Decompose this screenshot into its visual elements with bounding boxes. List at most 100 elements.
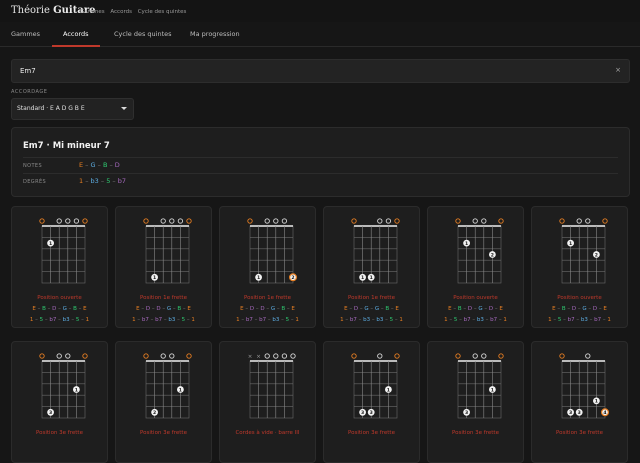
voicing-degrees: 1 – 5 – b7 – b3 – b7 – 1 xyxy=(532,317,627,323)
open-string-icon xyxy=(264,218,270,224)
open-string-icon xyxy=(56,353,62,359)
voicing-position-label: Cordes à vide · barre III xyxy=(235,430,300,436)
chord-note: D xyxy=(114,161,120,169)
finger-number: 3 xyxy=(465,410,468,416)
tab-ma-progression[interactable]: Ma progression xyxy=(190,30,240,38)
voicing-notes-item: E xyxy=(499,306,503,312)
voicing-degrees-item: 1 xyxy=(607,317,611,323)
voicing-card[interactable]: 2 1 Position 3e frette xyxy=(115,341,212,463)
open-string-icon xyxy=(160,353,166,359)
chord-search-input[interactable] xyxy=(20,65,580,77)
open-string-icon xyxy=(455,218,461,224)
open-string-icon xyxy=(177,218,184,224)
chord-diagram: 3 3 1 xyxy=(351,353,400,419)
divider xyxy=(23,157,618,158)
breadcrumb-gammes[interactable]: Gammes xyxy=(80,9,105,15)
open-string-icon xyxy=(65,218,71,224)
active-tab-indicator xyxy=(52,45,100,47)
voicing-card[interactable]: 1 Position ouverte E – B – D – G – B – E 1 … xyxy=(11,206,108,328)
finger-number: 1 xyxy=(370,275,373,281)
fretboard xyxy=(145,225,190,284)
separator: – xyxy=(83,177,91,185)
fretboard xyxy=(249,360,294,419)
separator: – xyxy=(83,161,91,169)
voicing-card[interactable]: 3 1 Position 3e frette xyxy=(11,341,108,463)
voicing-notes: E – D – D – G – B – E xyxy=(116,306,211,312)
muted-string-icon: × xyxy=(256,354,261,360)
open-string-icon xyxy=(160,218,166,224)
finger-number: 3 xyxy=(49,410,52,416)
chord-diagram: 1 xyxy=(39,218,88,284)
breadcrumb-accords[interactable]: Accords xyxy=(110,9,132,15)
voicing-position-label: Position ouverte xyxy=(453,295,498,301)
open-string-icon xyxy=(351,353,357,359)
voicing-position-label: Position 1e frette xyxy=(348,295,395,301)
tab-accords[interactable]: Accords xyxy=(63,30,89,38)
voicing-position-label: Position 3e frette xyxy=(140,430,187,436)
open-string-icon xyxy=(169,218,175,224)
voicing-card[interactable]: 3 3 1 4 Position 3e frette xyxy=(531,341,628,463)
tab-gammes[interactable]: Gammes xyxy=(11,30,40,38)
finger-number: 1 xyxy=(361,275,364,281)
breadcrumb: Gammes Accords Cycle des quintes xyxy=(80,9,190,15)
voicing-degrees-item: b3 xyxy=(580,317,588,323)
voicing-card[interactable]: 1 Position 1e frette E – D – D – G – B – E… xyxy=(115,206,212,328)
breadcrumb-cycle[interactable]: Cycle des quintes xyxy=(138,9,187,15)
open-string-icon xyxy=(377,218,383,224)
voicing-notes-item: E xyxy=(395,306,399,312)
finger-number: 1 xyxy=(465,241,468,247)
voicing-degrees: 1 – 5 – b7 – b3 – b7 – 1 xyxy=(428,317,523,323)
voicing-card[interactable]: 1 2 Position ouverte E – B – D – G – D – E1… xyxy=(427,206,524,328)
voicing-degrees-item: b7 xyxy=(245,317,253,323)
open-string-icon xyxy=(498,353,504,359)
clear-search-icon[interactable]: × xyxy=(615,66,621,74)
open-string-icon xyxy=(377,353,383,359)
voicing-notes-item: E xyxy=(603,306,607,312)
open-string-icon xyxy=(290,353,296,359)
voicing-notes: E – D – G – G – B – E xyxy=(324,306,419,312)
finger-number: 2 xyxy=(491,252,494,258)
open-string-icon xyxy=(56,218,62,224)
chord-info-card: Em7 · Mi mineur 7 NOTES E – G – B – D DE… xyxy=(11,127,630,197)
open-string-icon xyxy=(186,353,192,359)
voicing-notes: E – B – D – G – D – E xyxy=(532,306,627,312)
tuning-value: Standard · E A D G B E xyxy=(17,105,85,112)
open-string-icon xyxy=(82,218,88,224)
voicing-card[interactable]: 3 1 Position 3e frette xyxy=(427,341,524,463)
voicing-degrees: 1 – b7 – b7 – b3 – 5 – 1 xyxy=(116,317,211,323)
top-bar: Théorie Guitare Gammes Accords Cycle des… xyxy=(0,0,640,22)
divider xyxy=(23,173,618,174)
brand-part1: Théorie xyxy=(11,5,54,16)
open-string-icon xyxy=(585,218,591,224)
chord-diagram: 31 xyxy=(455,353,504,419)
chord-diagram: 11 xyxy=(351,218,400,284)
voicing-position-label: Position 3e frette xyxy=(452,430,499,436)
open-string-icon xyxy=(186,218,192,224)
voicing-degrees: 1 – b7 – b7 – b3 – 5 – 1 xyxy=(220,317,315,323)
voicing-card[interactable]: 1 2 Position 1e frette E – D – D – G – B – … xyxy=(219,206,316,328)
finger-number: 2 xyxy=(595,252,598,258)
tuning-select[interactable]: Standard · E A D G B E xyxy=(11,98,134,120)
voicing-card[interactable]: × × Cordes à vide · barre III xyxy=(219,341,316,463)
voicing-card[interactable]: 1 1 Position 1e frette E – D – G – G – B – … xyxy=(323,206,420,328)
voicing-degrees-item: b7 xyxy=(141,317,149,323)
voicing-card[interactable]: 1 2 Position ouverte E – B – D – G – D – E1… xyxy=(531,206,628,328)
finger-number: 2 xyxy=(153,410,156,416)
open-string-icon xyxy=(472,353,478,359)
open-string-icon xyxy=(394,218,400,224)
voicing-notes: E – B – D – G – B – E xyxy=(12,306,107,312)
finger-number: 4 xyxy=(603,410,606,416)
chord-degree: b7 xyxy=(117,177,126,185)
open-string-icon xyxy=(82,353,88,359)
finger-number: 1 xyxy=(387,387,390,393)
voicing-degrees-item: 1 xyxy=(295,317,299,323)
finger-number: 3 xyxy=(578,410,581,416)
voicing-card[interactable]: 3 3 1 Position 3e frette xyxy=(323,341,420,463)
open-string-icon xyxy=(559,218,565,224)
chord-diagram: 12 xyxy=(455,218,504,284)
voicing-position-label: Position 3e frette xyxy=(348,430,395,436)
tab-cycle-des-quintes[interactable]: Cycle des quintes xyxy=(114,30,172,38)
open-string-icon xyxy=(498,218,504,224)
finger-number: 1 xyxy=(257,275,260,281)
finger-number: 1 xyxy=(569,241,572,247)
